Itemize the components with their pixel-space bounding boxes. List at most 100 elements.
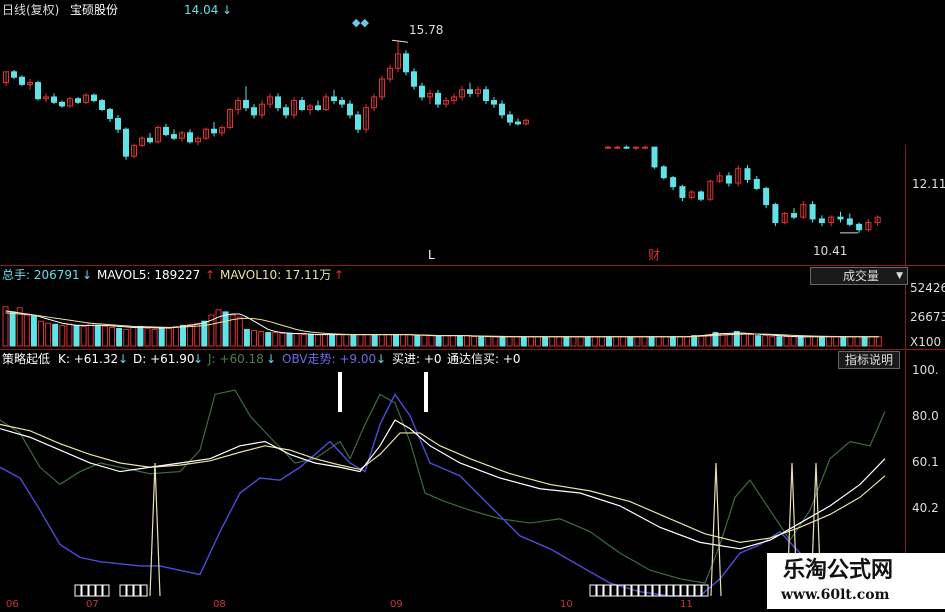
tongda-value-label: 通达信买: +0 xyxy=(447,352,521,366)
volume-bar xyxy=(80,325,87,347)
j-line xyxy=(0,389,886,584)
volume-indicator-dropdown[interactable]: 成交量 ▼ xyxy=(810,267,908,285)
volume-bar xyxy=(854,336,861,347)
indicator-scale-40: 40.2 xyxy=(912,501,939,515)
volume-bar xyxy=(662,336,669,347)
volume-bar xyxy=(506,336,513,347)
volume-plot xyxy=(2,306,882,347)
high-price-label: 15.78 xyxy=(409,23,444,37)
signal-box xyxy=(140,584,148,597)
indicator-plot xyxy=(0,372,886,597)
period-label[interactable]: 日线(复权) xyxy=(2,3,59,17)
volume-bar xyxy=(101,325,108,347)
volume-bar xyxy=(868,336,875,347)
x-axis-label-09: 09 xyxy=(390,599,403,610)
volume-bar xyxy=(641,336,648,347)
signal-box xyxy=(638,584,646,597)
volume-bar xyxy=(762,335,769,347)
x-axis-label-08: 08 xyxy=(213,599,226,610)
volume-bar xyxy=(180,324,186,347)
signal-box xyxy=(88,584,96,597)
candle-body xyxy=(507,114,513,123)
signal-box xyxy=(81,584,89,597)
candle-body xyxy=(660,166,667,179)
price-down-arrow: ↓ xyxy=(222,3,233,17)
x-axis-label-07: 07 xyxy=(86,599,99,610)
candle-body xyxy=(435,92,441,105)
volume-bar xyxy=(279,333,286,347)
volume-bar xyxy=(535,336,541,347)
candle-body xyxy=(467,89,473,94)
candle-body xyxy=(499,103,505,116)
volume-bar xyxy=(116,327,123,347)
chevron-down-icon: ▼ xyxy=(896,271,903,281)
signal-box xyxy=(596,584,604,597)
candle-body xyxy=(725,175,732,184)
volume-bar xyxy=(733,331,740,347)
candle-body xyxy=(403,53,409,73)
volume-bar xyxy=(400,334,407,347)
candle-body xyxy=(772,204,779,224)
candle-body xyxy=(163,126,169,136)
candle-body xyxy=(679,186,686,198)
mavol10-label: MAVOL10: 17.11万 xyxy=(220,268,332,282)
candle-body xyxy=(411,71,417,87)
volume-bar xyxy=(527,336,534,347)
candle-body xyxy=(837,216,844,220)
volume-bar xyxy=(322,334,328,347)
volume-bar xyxy=(620,336,627,347)
candle-body xyxy=(211,128,217,134)
indicator-name[interactable]: 策略起低 xyxy=(2,352,50,366)
signal-box xyxy=(673,584,681,597)
candle-body xyxy=(605,146,611,149)
candle-body xyxy=(753,178,760,189)
candle-body xyxy=(187,132,193,143)
signal-box xyxy=(680,584,688,597)
signal-box xyxy=(133,584,141,597)
x-axis-label-06: 06 xyxy=(6,599,19,610)
volume-bar xyxy=(272,332,279,347)
indicator-help-button[interactable]: 指标说明 xyxy=(838,351,901,369)
candle-body xyxy=(651,146,658,168)
indicator-scale-100: 100. xyxy=(912,363,939,377)
volume-bar xyxy=(797,336,804,347)
mavol10-arrow: ↑ xyxy=(334,268,345,282)
volume-bar xyxy=(222,311,229,347)
volume-bar xyxy=(513,336,520,347)
candle-body xyxy=(99,100,105,110)
volume-bar xyxy=(357,334,364,347)
volume-bar xyxy=(740,333,747,347)
candle-body xyxy=(809,204,816,220)
watermark: 乐淘公式网 www.60lt.com xyxy=(767,553,945,609)
right-axis-line xyxy=(905,145,906,609)
candle-body xyxy=(35,82,41,100)
candle-body xyxy=(11,71,17,78)
j-value-arrow: ↓ xyxy=(266,352,277,366)
candle-body xyxy=(483,89,489,102)
volume-bar xyxy=(591,336,598,347)
buy-value-label: 买进: +0 xyxy=(392,352,442,366)
volume-bar xyxy=(840,336,847,347)
volume-bar xyxy=(456,335,463,347)
volume-bar xyxy=(833,336,840,347)
total-volume-label: 总手: 206791 xyxy=(2,268,80,282)
candle-body xyxy=(791,213,797,218)
candle-body xyxy=(614,146,621,149)
volume-bar xyxy=(236,316,243,347)
volume-bar xyxy=(314,334,321,347)
volume-bar xyxy=(755,335,762,347)
volume-bar xyxy=(407,334,414,347)
signal-box xyxy=(95,584,103,597)
volume-bar xyxy=(748,334,754,347)
marker-l: L xyxy=(428,248,435,262)
candle-body xyxy=(347,103,353,116)
candle-body xyxy=(632,146,639,149)
volume-bar xyxy=(293,333,300,347)
d-value-label: D: +61.90 xyxy=(133,352,195,366)
volume-bar xyxy=(66,323,73,347)
candle-body xyxy=(147,137,153,143)
volume-bar xyxy=(492,336,499,347)
volume-bar xyxy=(23,314,30,347)
volume-bar xyxy=(769,336,776,347)
volume-bar xyxy=(819,336,825,347)
